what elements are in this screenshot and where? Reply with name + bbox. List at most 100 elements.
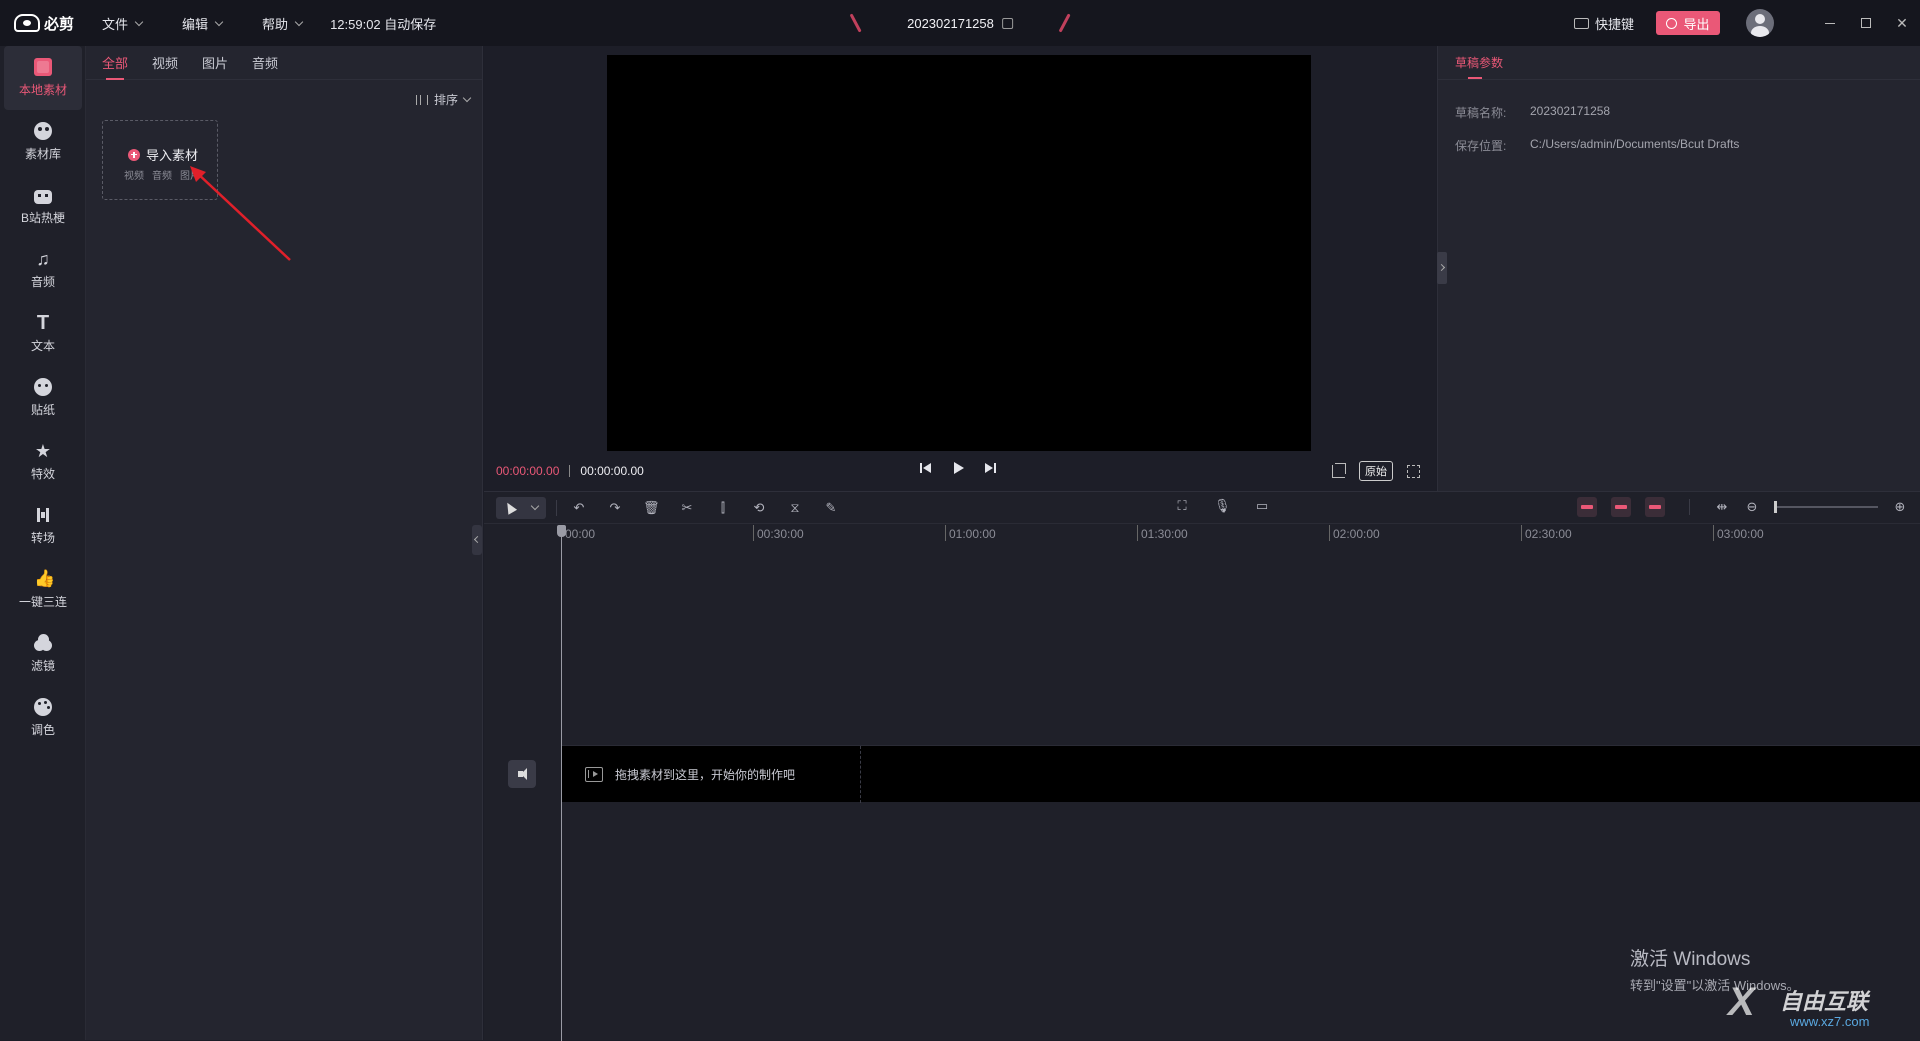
avatar[interactable] <box>1746 9 1774 37</box>
collapse-media-panel-button[interactable] <box>472 525 482 555</box>
tab-all[interactable]: 全部 <box>102 46 128 80</box>
close-button[interactable]: ✕ <box>1884 0 1920 46</box>
track-mute-button[interactable] <box>508 760 536 788</box>
track-drop-zone[interactable]: 拖拽素材到这里，开始你的制作吧 <box>561 746 861 803</box>
shortcut-button[interactable]: 快捷键 <box>1573 14 1634 33</box>
import-title: 导入素材 <box>128 145 198 164</box>
playback-controls <box>920 462 996 474</box>
crop-icon[interactable] <box>1332 462 1346 478</box>
split-icon[interactable]: ⫿ <box>715 500 731 515</box>
main-video-track[interactable]: 拖拽素材到这里，开始你的制作吧 <box>561 745 1920 803</box>
nav-label: 特效 <box>30 467 55 481</box>
skip-back-icon[interactable] <box>920 462 932 474</box>
import-types: 视频 音频 图片 <box>124 167 200 182</box>
divider <box>556 499 557 516</box>
sort-button[interactable]: 排序 <box>415 91 472 108</box>
fullscreen-icon[interactable] <box>1407 464 1420 478</box>
select-tool-button[interactable] <box>496 496 546 519</box>
playhead[interactable] <box>557 525 566 1041</box>
export-button[interactable]: 导出 <box>1656 11 1720 35</box>
import-title-text: 导入素材 <box>146 148 199 163</box>
mirror-icon[interactable]: ⧖ <box>787 500 803 515</box>
magnet-snap-icon[interactable] <box>1611 497 1631 517</box>
microphone-icon[interactable]: 🎙 <box>1214 499 1231 513</box>
preview-panel: 00:00:00.00 00:00:00.00 原始 <box>484 46 1436 491</box>
top-right-controls: 快捷键 导出 ✕ <box>1573 0 1920 46</box>
filter-icon <box>34 634 52 652</box>
nav-transition[interactable]: 转场 <box>4 494 82 558</box>
timeline-toolbar: ↶ ↷ 🗑 ✂ ⫿ ⟲ ⧖ ✎ ⛶ 🎙 ▭ ⇹ ⊖ ⊕ <box>484 492 1920 524</box>
cursor-icon <box>502 500 517 515</box>
nav-effects[interactable]: ★ 特效 <box>4 430 82 494</box>
camera-record-icon[interactable]: ▭ <box>1254 499 1270 513</box>
skip-forward-icon[interactable] <box>984 462 996 474</box>
tab-image[interactable]: 图片 <box>202 46 228 80</box>
cut-icon[interactable]: ✂ <box>679 500 695 515</box>
nav-label: 调色 <box>30 723 55 737</box>
folder-icon <box>34 58 52 76</box>
shortcut-label: 快捷键 <box>1594 16 1634 32</box>
menu-edit-label: 编辑 <box>182 16 209 32</box>
total-time: 00:00:00.00 <box>580 464 644 478</box>
nav-text[interactable]: T 文本 <box>4 302 82 366</box>
site-watermark: X 自由互联 www.xz7.com <box>1722 978 1918 1038</box>
nav-color-grading[interactable]: 调色 <box>4 686 82 750</box>
maximize-button[interactable] <box>1848 0 1884 46</box>
screen-capture-icon[interactable]: ⛶ <box>1174 499 1190 513</box>
tab-draft-params[interactable]: 草稿参数 <box>1438 46 1920 80</box>
minimize-icon <box>1825 22 1835 24</box>
tab-audio[interactable]: 音频 <box>252 46 278 80</box>
drop-hint-text: 拖拽素材到这里，开始你的制作吧 <box>615 768 796 782</box>
preview-canvas <box>607 55 1311 451</box>
edit-icon[interactable] <box>1001 17 1013 29</box>
fit-timeline-icon[interactable]: ⇹ <box>1714 500 1730 514</box>
minimize-button[interactable] <box>1812 0 1848 46</box>
collapse-properties-button[interactable] <box>1437 252 1447 284</box>
nav-label: 文本 <box>30 339 55 353</box>
record-tools: ⛶ 🎙 ▭ <box>1174 499 1270 513</box>
nav-filter[interactable]: 滤镜 <box>4 622 82 686</box>
nav-library[interactable]: 素材库 <box>4 110 82 174</box>
zoom-out-icon[interactable]: ⊖ <box>1744 500 1760 514</box>
ruler-tick: 01:30:00 <box>1137 525 1188 541</box>
zoom-slider[interactable] <box>1774 501 1878 513</box>
link-clips-icon[interactable] <box>1577 497 1597 517</box>
library-icon <box>34 122 52 140</box>
redo-icon[interactable]: ↷ <box>607 500 623 515</box>
project-title[interactable]: 202302171258 <box>907 16 1013 31</box>
nav-label: 贴纸 <box>30 403 55 417</box>
delete-icon[interactable]: 🗑 <box>643 500 660 515</box>
tab-video[interactable]: 视频 <box>152 46 178 80</box>
menu-file-label: 文件 <box>102 16 129 32</box>
marker-icon[interactable]: ✎ <box>823 500 839 515</box>
zoom-in-icon[interactable]: ⊕ <box>1892 500 1908 514</box>
aspect-ratio-button[interactable]: 原始 <box>1359 461 1393 481</box>
sort-icon <box>415 94 428 105</box>
menu-file[interactable]: 文件 <box>102 14 144 33</box>
nav-sticker[interactable]: 贴纸 <box>4 366 82 430</box>
menu-help[interactable]: 帮助 <box>262 14 304 33</box>
nav-bilibili-memes[interactable]: B站热梗 <box>4 174 82 238</box>
undo-icon[interactable]: ↶ <box>571 500 587 515</box>
nav-label: 本地素材 <box>18 83 67 97</box>
menu-help-label: 帮助 <box>262 16 289 32</box>
music-note-icon: ♫ <box>36 249 50 269</box>
maximize-icon <box>1861 18 1871 28</box>
app-name: 必剪 <box>44 15 75 33</box>
sticker-icon <box>34 378 52 396</box>
import-media-button[interactable]: 导入素材 视频 音频 图片 <box>102 120 218 200</box>
play-icon[interactable] <box>952 462 964 474</box>
timeline-right-tools: ⇹ ⊖ ⊕ <box>1577 497 1908 517</box>
nav-local-media[interactable]: 本地素材 <box>4 46 82 110</box>
sort-label: 排序 <box>433 93 458 107</box>
nav-triple-like[interactable]: 👍 一键三连 <box>4 558 82 622</box>
audio-link-icon[interactable] <box>1645 497 1665 517</box>
project-title-area: 202302171258 <box>849 13 1071 33</box>
nav-audio[interactable]: ♫ 音频 <box>4 238 82 302</box>
watermark-url: www.xz7.com <box>1790 1014 1870 1029</box>
menu-bar: 文件 编辑 帮助 <box>102 14 304 33</box>
chevron-down-icon <box>134 17 144 26</box>
reverse-icon[interactable]: ⟲ <box>751 500 767 515</box>
menu-edit[interactable]: 编辑 <box>182 14 224 33</box>
media-tabs: 全部 视频 图片 音频 <box>86 46 482 80</box>
